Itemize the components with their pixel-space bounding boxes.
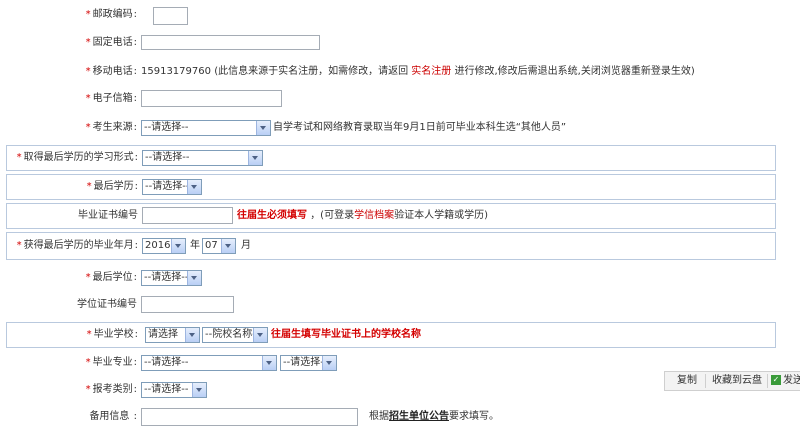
label-certificate-number: 毕业证书编号	[78, 210, 138, 221]
school-region-select[interactable]: 请选择	[145, 327, 200, 343]
row-last-education: * 最后学历: --请选择--	[6, 174, 776, 200]
row-source: * 考生来源: --请选择-- 自学考试和网络教育录取当年9月1日前可毕业本科生选…	[0, 116, 780, 140]
chevron-down-icon	[262, 356, 276, 370]
chevron-down-icon	[192, 383, 206, 397]
row-postal-code: * 邮政编码:	[0, 3, 780, 27]
landline-input[interactable]	[141, 35, 320, 50]
row-school: * 毕业学校: 请选择 --院校名称-- 往届生填写毕业证书上的学校名称	[6, 322, 776, 348]
year-unit: 年	[190, 240, 200, 251]
school-note: 往届生填写毕业证书上的学校名称	[271, 329, 421, 340]
row-degree-certificate: 学位证书编号	[0, 293, 780, 317]
label-degree-certificate: 学位证书编号	[77, 299, 137, 310]
backup-info-input[interactable]	[141, 408, 358, 426]
divider	[767, 374, 768, 388]
source-select[interactable]: --请选择--	[141, 120, 271, 136]
row-degree: * 最后学位: --请选择--	[0, 266, 780, 290]
source-note: 自学考试和网络教育录取当年9月1日前可毕业本科生选“其他人员”	[273, 122, 567, 133]
label-mobile: * 移动电话:	[85, 66, 137, 77]
label-school: * 毕业学校:	[86, 329, 138, 340]
chevron-down-icon	[248, 151, 262, 165]
month-unit: 月	[241, 240, 251, 251]
study-form-select[interactable]: --请选择--	[142, 150, 263, 166]
email-input[interactable]	[141, 90, 282, 107]
postal-code-input[interactable]	[153, 7, 188, 25]
label-major: * 毕业专业:	[85, 357, 137, 368]
label-exam-type: * 报考类别:	[85, 384, 137, 395]
degree-certificate-input[interactable]	[141, 296, 234, 313]
label-email: * 电子信箱:	[85, 93, 137, 104]
major-name-select[interactable]: --请选择--	[280, 355, 337, 371]
backup-note: 根据招生单位公告要求填写。	[369, 411, 499, 422]
degree-select[interactable]: --请选择--	[141, 270, 202, 286]
chevron-down-icon	[187, 271, 201, 285]
send-button[interactable]: ✓ 发送	[771, 372, 800, 390]
last-education-select[interactable]: --请选择--	[142, 179, 202, 195]
label-backup-info: 备用信息 :	[89, 411, 137, 422]
graduation-year-select[interactable]: 2016	[142, 238, 186, 254]
label-landline: * 固定电话:	[85, 37, 137, 48]
divider	[705, 374, 706, 388]
row-email: * 电子信箱:	[0, 87, 780, 111]
xuexin-link[interactable]: 学信档案	[354, 210, 394, 221]
label-degree: * 最后学位:	[85, 272, 137, 283]
label-graduation-date: * 获得最后学历的毕业年月:	[16, 240, 138, 251]
chevron-down-icon	[322, 356, 336, 370]
send-icon: ✓	[771, 375, 781, 385]
row-certificate-number: 毕业证书编号 往届生必须填写 ，(可登录学信档案验证本人学籍或学历)	[6, 203, 776, 229]
copy-button[interactable]: 复制	[677, 372, 697, 390]
chevron-down-icon	[171, 239, 185, 253]
row-graduation-date: * 获得最后学历的毕业年月: 2016 年 07 月	[6, 232, 776, 260]
row-study-form: * 取得最后学历的学习形式: --请选择--	[6, 145, 776, 171]
chevron-down-icon	[256, 121, 270, 135]
graduation-month-select[interactable]: 07	[202, 238, 236, 254]
label-source: * 考生来源:	[85, 122, 137, 133]
label-last-education: * 最后学历:	[86, 181, 138, 192]
chevron-down-icon	[221, 239, 235, 253]
chevron-down-icon	[185, 328, 199, 342]
row-backup-info: 备用信息 : 根据招生单位公告要求填写。	[0, 405, 780, 429]
save-to-cloud-button[interactable]: 收藏到云盘	[712, 372, 762, 390]
real-name-link[interactable]: 实名注册	[411, 66, 451, 77]
school-name-select[interactable]: --院校名称--	[202, 327, 268, 343]
exam-type-select[interactable]: --请选择--	[141, 382, 207, 398]
recruitment-notice-link[interactable]: 招生单位公告	[389, 411, 449, 422]
label-postal-code: * 邮政编码:	[85, 9, 137, 20]
chevron-down-icon	[187, 180, 201, 194]
mobile-info: 15913179760 (此信息来源于实名注册，如需修改，请返回 实名注册 进行…	[141, 66, 695, 77]
row-mobile: * 移动电话: 15913179760 (此信息来源于实名注册，如需修改，请返回 …	[0, 60, 780, 84]
row-landline: * 固定电话:	[0, 31, 780, 55]
major-category-select[interactable]: --请选择--	[141, 355, 277, 371]
selection-popup: 复制 收藏到云盘 ✓ 发送	[664, 371, 800, 391]
label-study-form: * 取得最后学历的学习形式:	[16, 152, 138, 163]
chevron-down-icon	[253, 328, 267, 342]
certificate-note: 往届生必须填写 ，(可登录学信档案验证本人学籍或学历)	[237, 210, 488, 221]
certificate-number-input[interactable]	[142, 207, 233, 224]
row-exam-type: * 报考类别: --请选择--	[0, 378, 780, 402]
row-major: * 毕业专业: --请选择-- --请选择--	[0, 351, 780, 375]
